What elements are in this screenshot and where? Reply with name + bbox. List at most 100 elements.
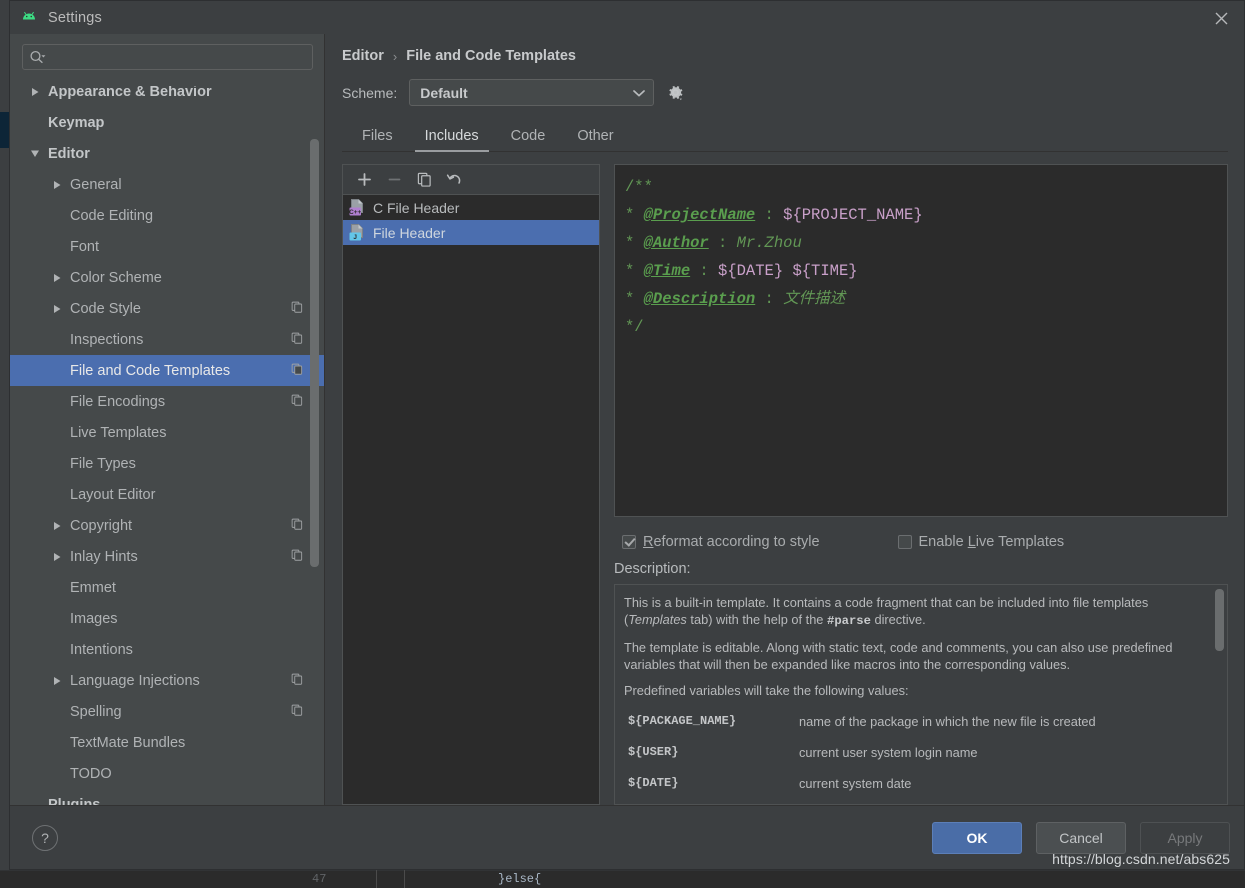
enable-live-templates-checkbox[interactable]: Enable Live Templates (898, 534, 1065, 550)
breadcrumb-parent[interactable]: Editor (342, 48, 384, 64)
copy-settings-icon[interactable] (291, 331, 303, 349)
sidebar-item-file-types[interactable]: File Types (10, 448, 325, 479)
sidebar-item-file-and-code-templates[interactable]: File and Code Templates (10, 355, 325, 386)
list-item[interactable]: C++C File Header (343, 195, 599, 220)
sidebar-item-live-templates[interactable]: Live Templates (10, 417, 325, 448)
code-token-comment: * (625, 206, 644, 224)
sidebar-item-copyright[interactable]: Copyright (10, 510, 325, 541)
sidebar-item-general[interactable]: General (10, 169, 325, 200)
close-icon[interactable] (1210, 7, 1232, 29)
copy-settings-icon[interactable] (291, 393, 303, 411)
sidebar-item-layout-editor[interactable]: Layout Editor (10, 479, 325, 510)
sidebar-item-plugins[interactable]: Plugins (10, 789, 325, 805)
sidebar-item-appearance-behavior[interactable]: Appearance & Behavior (10, 86, 325, 107)
sidebar-item-inspections[interactable]: Inspections (10, 324, 325, 355)
tab-code[interactable]: Code (495, 120, 562, 151)
sidebar-item-textmate-bundles[interactable]: TextMate Bundles (10, 727, 325, 758)
background-code-snippet: }else{ (498, 872, 541, 886)
chevron-right-icon[interactable] (50, 521, 64, 531)
cancel-button[interactable]: Cancel (1036, 822, 1126, 854)
sidebar-item-label: Emmet (64, 580, 116, 596)
copy-settings-icon[interactable] (291, 517, 303, 535)
add-template-button[interactable] (351, 168, 377, 192)
sidebar-item-label: Font (64, 239, 99, 255)
description-scrollbar[interactable] (1215, 589, 1224, 800)
sidebar-item-color-scheme[interactable]: Color Scheme (10, 262, 325, 293)
sidebar-item-editor[interactable]: Editor (10, 138, 325, 169)
reformat-according-to-style-checkbox[interactable]: Reformat according to style (622, 534, 820, 550)
remove-template-button (381, 168, 407, 192)
template-list[interactable]: C++C File HeaderJFile Header (342, 194, 600, 805)
sidebar-item-language-injections[interactable]: Language Injections (10, 665, 325, 696)
code-line: * @Description : 文件描述 (625, 285, 1217, 313)
scheme-dropdown[interactable]: Default (409, 79, 654, 106)
sidebar-item-spelling[interactable]: Spelling (10, 696, 325, 727)
chevron-right-icon[interactable] (50, 180, 64, 190)
dialog-footer: ? OK Cancel Apply https://blog.csdn.net/… (10, 805, 1244, 869)
tab-includes[interactable]: Includes (409, 120, 495, 151)
reset-template-button[interactable] (441, 168, 467, 192)
sidebar-item-file-encodings[interactable]: File Encodings (10, 386, 325, 417)
desc-p1-em: Templates (628, 612, 687, 627)
sidebar-scrollbar-thumb[interactable] (310, 139, 319, 567)
sidebar-scrollbar[interactable] (310, 86, 319, 805)
sidebar-item-intentions[interactable]: Intentions (10, 634, 325, 665)
sidebar-item-todo[interactable]: TODO (10, 758, 325, 789)
sidebar-item-inlay-hints[interactable]: Inlay Hints (10, 541, 325, 572)
background-editor-strip (0, 870, 1245, 888)
sidebar-item-label: Live Templates (64, 425, 166, 441)
sidebar-item-font[interactable]: Font (10, 231, 325, 262)
sidebar-item-label: File Types (64, 456, 136, 472)
code-token-comment: : (690, 262, 718, 280)
sidebar-item-emmet[interactable]: Emmet (10, 572, 325, 603)
copy-settings-icon[interactable] (291, 300, 303, 318)
dialog-body: Appearance & BehaviorKeymapEditorGeneral… (10, 34, 1244, 805)
chevron-right-icon[interactable] (28, 87, 42, 97)
chevron-right-icon[interactable] (50, 304, 64, 314)
tab-other[interactable]: Other (561, 120, 629, 151)
chevron-down-icon[interactable] (28, 149, 42, 158)
background-gutter-line-number: 47 (312, 872, 326, 886)
template-name: File Header (373, 225, 445, 241)
chevron-right-icon[interactable] (50, 552, 64, 562)
code-token-tag: @ProjectName (644, 206, 756, 224)
background-left-active-tab (0, 112, 9, 148)
description-scrollbar-thumb[interactable] (1215, 589, 1224, 651)
search-input[interactable] (46, 49, 306, 66)
copy-settings-icon[interactable] (291, 672, 303, 690)
sidebar-item-code-editing[interactable]: Code Editing (10, 200, 325, 231)
copy-settings-icon[interactable] (291, 703, 303, 721)
svg-text:C++: C++ (349, 209, 361, 216)
chevron-right-icon[interactable] (50, 676, 64, 686)
copy-settings-icon[interactable] (291, 548, 303, 566)
description-pane: This is a built-in template. It contains… (614, 584, 1228, 805)
sidebar-item-images[interactable]: Images (10, 603, 325, 634)
help-button[interactable]: ? (32, 825, 58, 851)
scheme-selected-value: Default (420, 85, 633, 101)
desc-p1-c: directive. (871, 612, 926, 627)
checkbox-box (622, 535, 636, 549)
sidebar-item-label: Color Scheme (64, 270, 162, 286)
sidebar-item-code-style[interactable]: Code Style (10, 293, 325, 324)
template-code-editor[interactable]: /** * @ProjectName : ${PROJECT_NAME} * @… (614, 164, 1228, 517)
sidebar-item-label: Inlay Hints (64, 549, 138, 565)
live-templates-checkbox-label: Enable Live Templates (919, 534, 1065, 550)
desc-p1-code: #parse (827, 614, 871, 628)
gear-icon[interactable] (666, 83, 685, 102)
sidebar-item-label: Layout Editor (64, 487, 155, 503)
predefined-variables-table: ${PACKAGE_NAME}name of the package in wh… (624, 708, 1213, 801)
sidebar-tree-viewport: Appearance & BehaviorKeymapEditorGeneral… (10, 86, 325, 805)
checkbox-label-post: eformat according to style (653, 534, 819, 550)
chevron-down-icon (633, 89, 645, 97)
tab-files[interactable]: Files (346, 120, 409, 151)
copy-template-button[interactable] (411, 168, 437, 192)
copy-settings-icon[interactable] (291, 362, 303, 380)
sidebar-item-label: Plugins (42, 797, 100, 806)
chevron-right-icon[interactable] (50, 273, 64, 283)
sidebar-item-keymap[interactable]: Keymap (10, 107, 325, 138)
ok-button[interactable]: OK (932, 822, 1022, 854)
settings-dialog: Settings Appearance & Behavi (9, 0, 1245, 870)
search-box[interactable] (22, 44, 313, 70)
list-item[interactable]: JFile Header (343, 220, 599, 245)
description-paragraph-3: Predefined variables will take the follo… (624, 682, 1213, 699)
